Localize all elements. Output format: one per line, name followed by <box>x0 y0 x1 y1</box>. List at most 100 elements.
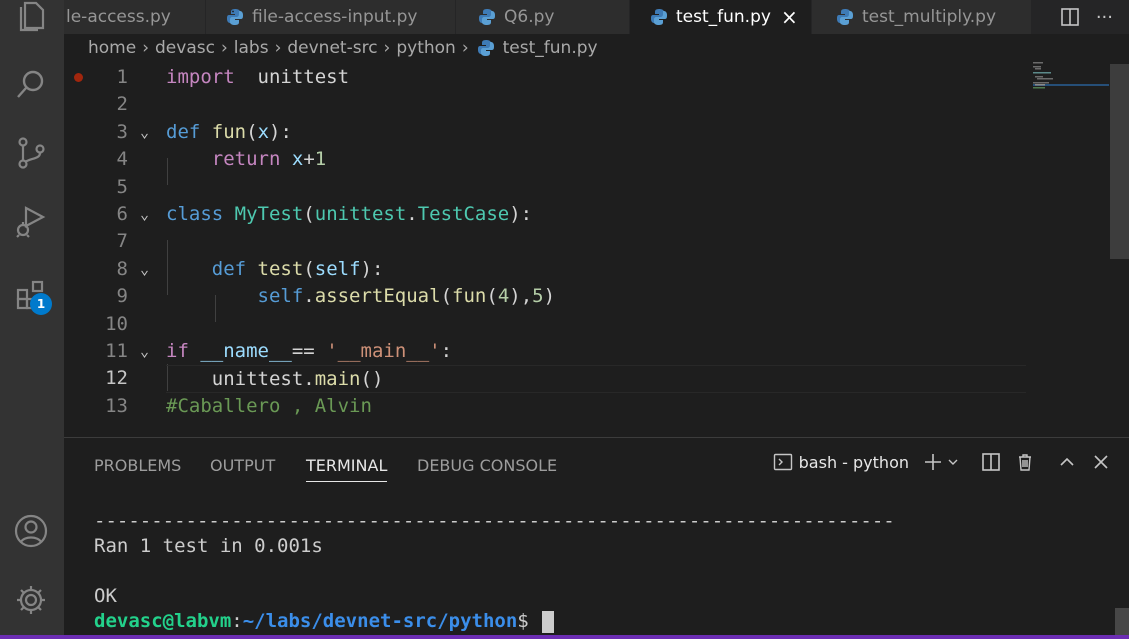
punct: ( <box>246 120 258 143</box>
terminal-prompt[interactable]: devasc@labvm:~/labs/devnet-src/python$ <box>94 610 555 633</box>
keyword: import <box>166 66 235 88</box>
run-debug-icon[interactable] <box>8 198 54 244</box>
line-number: 11 <box>105 340 128 362</box>
module-name: unittest <box>257 66 350 88</box>
chevron-down-icon[interactable] <box>947 456 959 468</box>
line-number: 4 <box>116 148 128 171</box>
terminal-selector[interactable]: bash - python <box>799 453 909 472</box>
trash-icon[interactable] <box>1015 452 1035 472</box>
chevron-right-icon: › <box>220 38 228 58</box>
code-line: 13 #Caballero , Alvin <box>64 393 1110 420</box>
punct: . <box>303 285 315 308</box>
minimap[interactable] <box>1033 62 1109 102</box>
files-icon[interactable] <box>8 0 54 38</box>
terminal-result: OK <box>94 585 117 607</box>
tab-debug-console[interactable]: DEBUG CONSOLE <box>417 456 557 475</box>
breadcrumb-item[interactable]: devasc <box>155 38 215 58</box>
breadcrumb-item[interactable]: labs <box>234 38 269 58</box>
punct: ( <box>303 203 315 225</box>
number: 4 <box>497 285 510 308</box>
punct: () <box>360 368 384 391</box>
line-number: 7 <box>116 230 128 253</box>
terminal-separator: ----------------------------------------… <box>94 510 895 532</box>
code-editor[interactable]: 1 import unittest 2 3 ⌄ def fun(x): 4 re… <box>64 62 1110 436</box>
tab-q6[interactable]: Q6.py <box>456 0 630 34</box>
breadcrumb-item[interactable]: python <box>396 38 455 58</box>
chevron-right-icon: › <box>383 38 391 58</box>
punct: ( <box>486 285 498 308</box>
more-actions-icon[interactable]: ··· <box>1096 7 1113 28</box>
class-name: MyTest <box>234 203 304 225</box>
code-line: 9 self.assertEqual(fun(4),5) <box>64 283 1110 310</box>
tab-label: le-access.py <box>66 7 171 27</box>
fold-chevron-icon[interactable]: ⌄ <box>140 119 149 146</box>
terminal-scrollbar[interactable] <box>1115 608 1129 636</box>
line-number: 12 <box>105 367 128 390</box>
tab-test-fun[interactable]: test_fun.py × <box>630 0 812 34</box>
settings-gear-icon[interactable] <box>8 577 54 623</box>
tab-label: Q6.py <box>504 7 555 27</box>
keyword: def <box>211 257 247 280</box>
tab-output[interactable]: OUTPUT <box>210 456 275 475</box>
python-icon <box>227 9 243 25</box>
keyword: def <box>166 120 201 143</box>
tab-test-multiply[interactable]: test_multiply.py <box>812 0 1032 34</box>
breadcrumb-item[interactable]: test_fun.py <box>503 38 598 58</box>
python-icon <box>837 9 853 25</box>
tab-le-access[interactable]: le-access.py <box>64 0 206 34</box>
breadcrumb-item[interactable]: home <box>88 38 136 58</box>
status-bar <box>0 635 1129 639</box>
python-icon <box>477 40 494 56</box>
source-control-icon[interactable] <box>8 130 54 176</box>
account-icon[interactable] <box>8 508 54 554</box>
operator: + <box>303 148 315 171</box>
function-name: fun <box>452 285 487 308</box>
function-name: test <box>257 257 304 280</box>
editor-tab-bar: le-access.py file-access-input.py Q6.py … <box>64 0 1129 34</box>
tab-terminal[interactable]: TERMINAL <box>306 456 388 482</box>
code-line: 5 <box>64 174 1110 201</box>
function-name: assertEqual <box>314 285 441 308</box>
bottom-panel: PROBLEMS OUTPUT TERMINAL DEBUG CONSOLE b… <box>64 437 1129 636</box>
module-name: unittest <box>211 368 304 391</box>
line-number: 2 <box>116 93 128 116</box>
line-number: 1 <box>116 66 128 88</box>
editor-scrollbar-thumb[interactable] <box>1110 64 1129 259</box>
tab-label: test_multiply.py <box>862 7 996 27</box>
split-editor-icon[interactable] <box>1060 7 1080 27</box>
keyword: return <box>211 148 281 171</box>
line-number: 10 <box>105 312 128 335</box>
extensions-badge: 1 <box>30 293 52 315</box>
close-icon[interactable] <box>1091 452 1111 472</box>
code-line: 3 ⌄ def fun(x): <box>64 119 1110 146</box>
punct: ): <box>360 257 384 280</box>
param: self <box>314 257 361 280</box>
fold-chevron-icon[interactable]: ⌄ <box>140 256 149 283</box>
function-name: main <box>314 368 361 391</box>
fold-chevron-icon[interactable]: ⌄ <box>140 201 149 228</box>
tab-label: test_fun.py <box>676 7 771 27</box>
code-line: 7 <box>64 228 1110 255</box>
prompt-colon: : <box>231 610 243 632</box>
tab-file-access-input[interactable]: file-access-input.py <box>206 0 456 34</box>
chevron-up-icon[interactable] <box>1057 452 1077 472</box>
punct: ( <box>303 257 315 280</box>
punct: ): <box>269 120 292 143</box>
class-name: TestCase <box>417 203 510 225</box>
chevron-right-icon: › <box>461 38 469 58</box>
new-terminal-icon[interactable] <box>923 452 943 472</box>
fold-chevron-icon[interactable]: ⌄ <box>140 338 149 365</box>
search-icon[interactable] <box>8 62 54 108</box>
line-number: 13 <box>105 394 128 417</box>
python-icon <box>651 9 667 25</box>
split-terminal-icon[interactable] <box>981 452 1001 472</box>
breadcrumb-item[interactable]: devnet-src <box>287 38 377 58</box>
param: x <box>257 120 270 143</box>
close-tab-icon[interactable]: × <box>781 5 798 29</box>
function-name: fun <box>211 120 247 143</box>
punct: . <box>406 203 418 225</box>
tab-problems[interactable]: PROBLEMS <box>94 456 181 475</box>
line-number: 5 <box>116 175 128 198</box>
number: 5 <box>532 285 544 308</box>
prompt-path: ~/labs/devnet-src/python <box>242 610 518 632</box>
